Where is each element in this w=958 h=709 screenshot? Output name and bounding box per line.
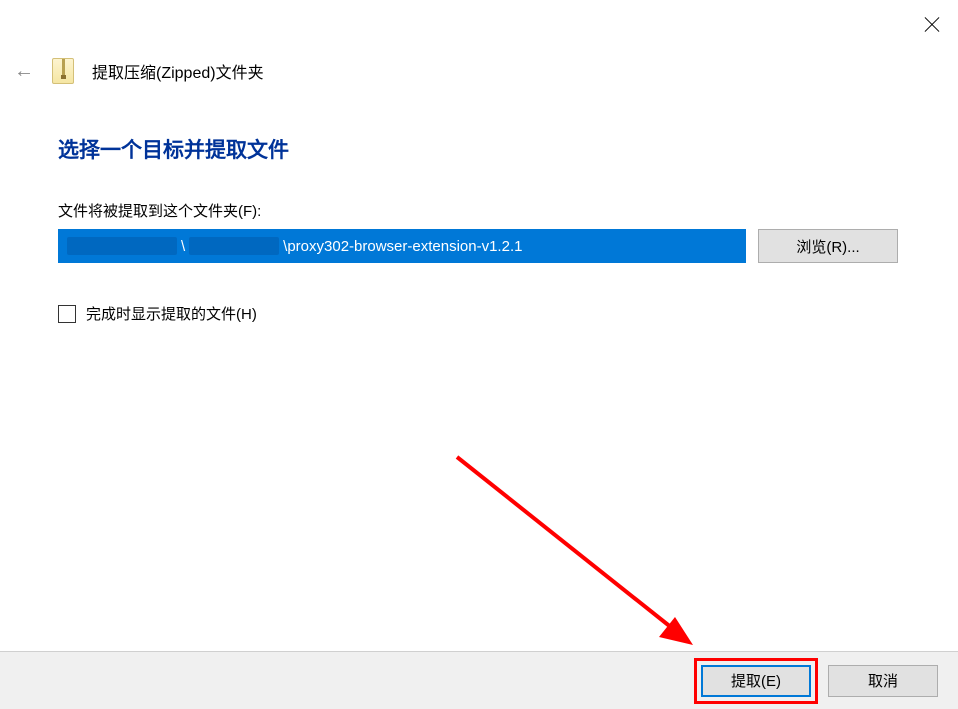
annotation-highlight-box: 提取(E)	[694, 658, 818, 704]
content-area: 选择一个目标并提取文件 文件将被提取到这个文件夹(F): \ \proxy302…	[0, 84, 958, 324]
browse-button[interactable]: 浏览(R)...	[758, 229, 898, 263]
back-arrow[interactable]: ←	[14, 60, 34, 83]
show-files-checkbox-label[interactable]: 完成时显示提取的文件(H)	[86, 303, 257, 324]
window-title: 提取压缩(Zipped)文件夹	[92, 59, 264, 83]
footer-bar: 提取(E) 取消	[0, 651, 958, 709]
redacted-path-segment	[189, 237, 279, 255]
extract-path-input[interactable]: \ \proxy302-browser-extension-v1.2.1	[58, 229, 746, 263]
redacted-path-segment	[67, 237, 177, 255]
annotation-arrow-icon	[447, 447, 707, 657]
show-files-checkbox[interactable]	[58, 305, 76, 323]
page-heading: 选择一个目标并提取文件	[58, 134, 900, 164]
extract-button[interactable]: 提取(E)	[701, 665, 811, 697]
cancel-button[interactable]: 取消	[828, 665, 938, 697]
path-visible-text: \proxy302-browser-extension-v1.2.1	[283, 238, 522, 255]
zip-folder-icon	[52, 58, 74, 84]
path-separator: \	[181, 238, 185, 255]
header-row: ← 提取压缩(Zipped)文件夹	[0, 58, 958, 84]
path-label: 文件将被提取到这个文件夹(F):	[58, 200, 900, 221]
close-icon[interactable]	[924, 17, 940, 33]
